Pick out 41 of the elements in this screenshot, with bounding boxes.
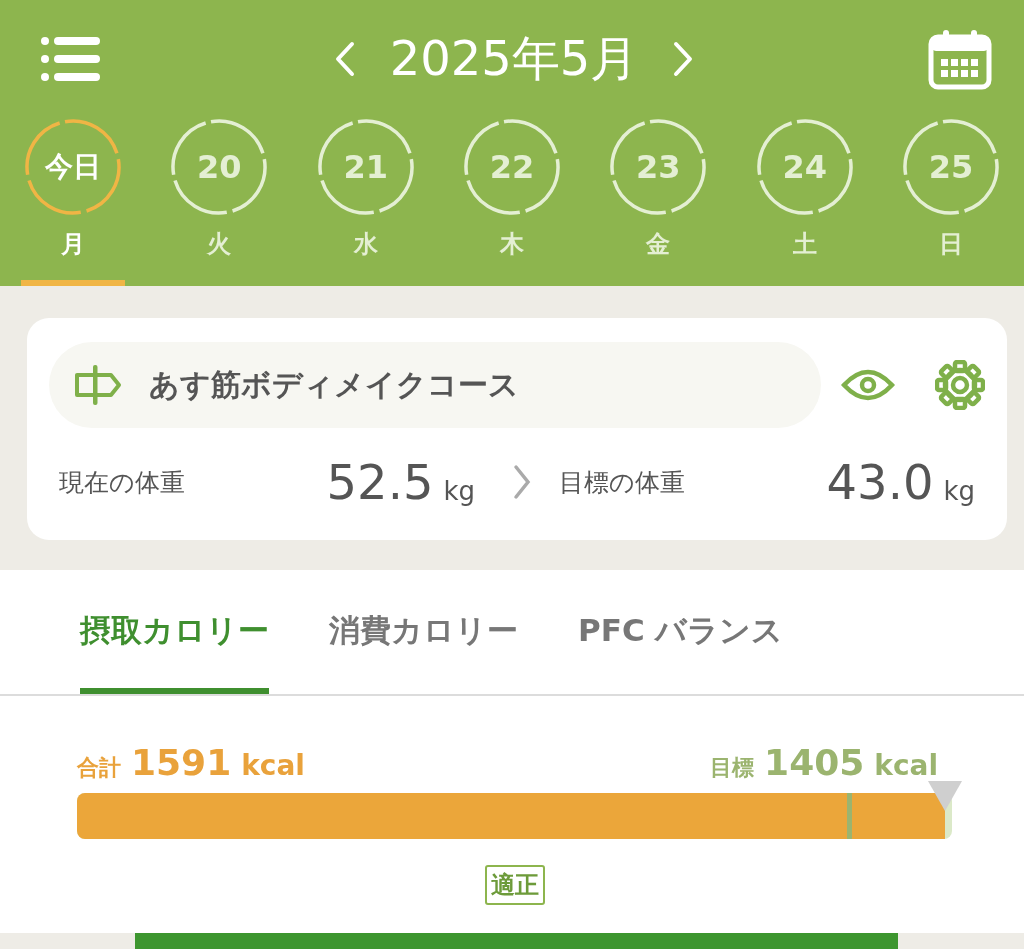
target-weight-value: 43.0: [826, 454, 934, 510]
weight-unit: kg: [943, 476, 975, 506]
current-weight-label: 現在の体重: [59, 466, 186, 499]
target-calories: 1405: [764, 742, 865, 783]
settings-icon[interactable]: [935, 360, 985, 410]
month-title: 2025年5月: [389, 29, 639, 88]
day-button[interactable]: 24: [755, 118, 854, 216]
next-month-icon[interactable]: [672, 40, 695, 78]
tab[interactable]: PFC バランス: [578, 570, 784, 694]
tab[interactable]: 消費カロリー: [329, 570, 518, 694]
target-label: 目標: [710, 755, 755, 780]
day-button[interactable]: 今日: [24, 118, 122, 216]
previous-month-icon[interactable]: [333, 40, 356, 78]
weekday-label: 月: [61, 229, 85, 260]
day-button[interactable]: 21: [316, 118, 415, 216]
day-button[interactable]: 23: [609, 118, 708, 216]
menu-icon[interactable]: [40, 37, 100, 81]
weekday-label: 木: [500, 229, 524, 260]
weekday-label: 金: [646, 229, 671, 260]
day-button[interactable]: 20: [170, 118, 269, 216]
day-button[interactable]: 22: [463, 118, 561, 216]
signpost-icon: [73, 365, 123, 405]
calorie-unit: kcal: [874, 749, 938, 782]
target-weight-label: 目標の体重: [559, 466, 686, 499]
calorie-unit: kcal: [241, 749, 305, 782]
calendar-icon[interactable]: [928, 28, 992, 90]
tab[interactable]: 摂取カロリー: [80, 570, 269, 694]
weekday-label: 土: [792, 229, 817, 260]
weekday-label: 火: [207, 229, 232, 260]
pointer-icon: [928, 781, 962, 811]
weight-unit: kg: [443, 476, 475, 506]
current-weight-value: 52.5: [326, 454, 434, 510]
total-label: 合計: [77, 755, 121, 780]
status-badge: 適正: [484, 865, 545, 905]
eye-icon[interactable]: [841, 367, 895, 403]
day-button[interactable]: 25: [901, 118, 1000, 216]
course-button[interactable]: あす筋ボディメイクコース: [49, 342, 821, 428]
chevron-right-icon: [513, 464, 531, 500]
weekday-label: 水: [353, 229, 378, 260]
weekday-label: 日: [938, 229, 963, 260]
total-calories: 1591: [131, 742, 232, 783]
